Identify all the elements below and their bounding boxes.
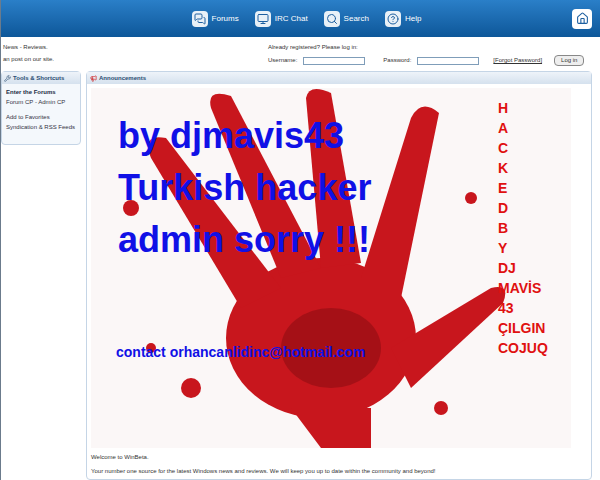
nav-item[interactable]: Forums [192,11,239,27]
header-bar: Forums IRC Chat Search Help [1,0,600,37]
sidebar-item[interactable]: Enter the Forums [6,88,76,97]
nav-item[interactable]: Help [385,11,421,27]
page: Forums IRC Chat Search Help News - Reviews.a… [0,0,600,480]
nav-bar: Forums IRC Chat Search Help [1,11,572,27]
announcements-header: Announcements [87,72,591,84]
forums-icon [192,11,208,27]
site-tagline: News - Reviews.an post on our site. [3,43,54,71]
hacked-banner: by djmavis43Turkish hackeradmin sorry !!… [91,88,571,448]
irc-icon [255,11,271,27]
hacker-message: by djmavis43Turkish hackeradmin sorry !!… [118,110,371,266]
sidebar-item[interactable]: Forum CP - Admin CP [6,98,76,107]
nav-item[interactable]: IRC Chat [255,11,308,27]
announcements-panel: Announcements by djmavis43Turkish hackera… [86,71,592,480]
forgot-password-link[interactable]: [Forgot Password] [493,56,542,65]
password-input[interactable] [417,57,479,65]
contact-text: contact orhancanlidinc@hotmail.com [116,342,365,363]
search-icon [324,11,340,27]
sidebar-item[interactable]: Syndication & RSS Feeds [6,123,76,132]
login-box: Already registered? Please log in:Userna… [268,43,598,71]
megaphone-icon [90,75,97,82]
sidebar-item[interactable]: Add to Favorites [6,113,76,122]
top-row: News - Reviews.an post on our site. Alrea… [1,37,600,71]
welcome-text: Welcome to WinBeta.Your number one sourc… [87,448,591,476]
tools-icon [4,75,11,82]
help-icon [385,11,401,27]
nav-item[interactable]: Search [324,11,369,27]
home-icon[interactable] [572,9,592,29]
username-input[interactable] [303,57,365,65]
sidebar: Tools & Shortcuts Enter the ForumsForum C… [1,71,81,145]
content: Tools & Shortcuts Enter the ForumsForum C… [1,71,600,480]
sidebar-header: Tools & Shortcuts [2,72,80,84]
login-button[interactable]: Log in [554,55,584,66]
hacker-vertical-text: HACKEDBYDJMAVİS43ÇILGINCOJUQ [498,98,548,358]
